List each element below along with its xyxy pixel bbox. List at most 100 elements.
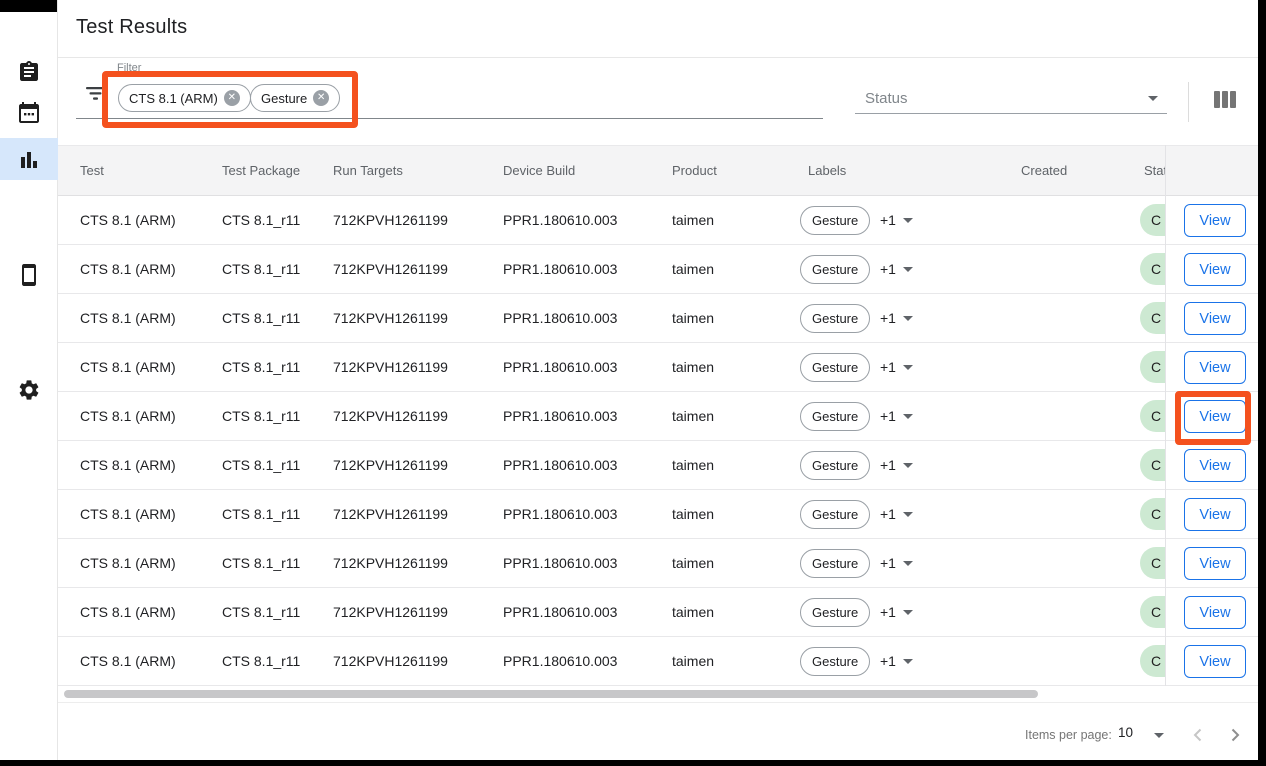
arrow-drop-down-icon[interactable] xyxy=(903,659,913,664)
filter-toolbar: Filter CTS 8.1 (ARM) Gesture Status xyxy=(58,58,1258,145)
labels-more-count[interactable]: +1 xyxy=(880,637,896,685)
arrow-drop-down-icon[interactable] xyxy=(903,316,913,321)
arrow-drop-down-icon[interactable] xyxy=(903,512,913,517)
row-action-cell: View xyxy=(1165,441,1258,489)
cancel-icon[interactable] xyxy=(224,90,240,106)
sidebar-item-plans[interactable] xyxy=(17,101,41,125)
view-button[interactable]: View xyxy=(1184,253,1246,286)
cell-device-build: PPR1.180610.003 xyxy=(503,196,617,244)
label-chip[interactable]: Gesture xyxy=(800,647,870,676)
row-action-cell: View xyxy=(1165,343,1258,391)
labels-more-count[interactable]: +1 xyxy=(880,539,896,587)
horizontal-scrollbar-thumb[interactable] xyxy=(64,690,1038,698)
view-button[interactable]: View xyxy=(1184,449,1246,482)
labels-more-count[interactable]: +1 xyxy=(880,588,896,636)
label-chip[interactable]: Gesture xyxy=(800,598,870,627)
label-chip[interactable]: Gesture xyxy=(800,353,870,382)
cell-test-package: CTS 8.1_r11 xyxy=(222,588,300,636)
column-header-status: Status xyxy=(1144,146,1165,195)
chevron-left-icon xyxy=(1188,733,1208,748)
sidebar-item-test-results[interactable] xyxy=(17,148,41,172)
cell-device-build: PPR1.180610.003 xyxy=(503,637,617,685)
sidebar-item-tests[interactable] xyxy=(17,60,41,84)
filter-chip[interactable]: Gesture xyxy=(250,84,340,112)
bar-chart-icon xyxy=(17,148,41,172)
arrow-drop-down-icon[interactable] xyxy=(903,463,913,468)
label-chip[interactable]: Gesture xyxy=(800,451,870,480)
cell-test-package: CTS 8.1_r11 xyxy=(222,637,300,685)
label-chip[interactable]: Gesture xyxy=(800,255,870,284)
view-button[interactable]: View xyxy=(1184,400,1246,433)
sidebar-item-settings[interactable] xyxy=(17,378,41,402)
labels-more-count[interactable]: +1 xyxy=(880,490,896,538)
row-action-cell: View xyxy=(1165,294,1258,342)
label-chip[interactable]: Gesture xyxy=(800,549,870,578)
view-button[interactable]: View xyxy=(1184,645,1246,678)
labels-more-count[interactable]: +1 xyxy=(880,245,896,293)
status-filter-select[interactable]: Status xyxy=(855,78,1167,114)
status-chip: C xyxy=(1140,253,1165,285)
cell-test-package: CTS 8.1_r11 xyxy=(222,490,300,538)
cell-product: taimen xyxy=(672,245,714,293)
row-action-cell: View xyxy=(1165,245,1258,293)
row-action-cell: View xyxy=(1165,196,1258,244)
arrow-drop-down-icon[interactable] xyxy=(903,561,913,566)
cancel-icon[interactable] xyxy=(313,90,329,106)
filter-list-icon xyxy=(86,87,105,105)
table-row-scroll-area: CTS 8.1 (ARM) CTS 8.1_r11 712KPVH1261199… xyxy=(58,196,1165,244)
label-chip[interactable]: Gesture xyxy=(800,206,870,235)
view-button[interactable]: View xyxy=(1184,351,1246,384)
sticky-column-divider xyxy=(1165,145,1166,686)
filter-chip[interactable]: CTS 8.1 (ARM) xyxy=(118,84,251,112)
sidebar xyxy=(0,0,58,760)
label-chip[interactable]: Gesture xyxy=(800,500,870,529)
cell-product: taimen xyxy=(672,490,714,538)
cell-run-targets: 712KPVH1261199 xyxy=(333,392,448,440)
cell-test-package: CTS 8.1_r11 xyxy=(222,392,300,440)
cell-test: CTS 8.1 (ARM) xyxy=(80,196,176,244)
labels-more-count[interactable]: +1 xyxy=(880,441,896,489)
screen-edge-artifact xyxy=(0,0,57,12)
filter-chip-label: CTS 8.1 (ARM) xyxy=(129,91,218,106)
labels-more-count[interactable]: +1 xyxy=(880,196,896,244)
column-header-test: Test xyxy=(80,146,104,195)
arrow-drop-down-icon[interactable] xyxy=(903,365,913,370)
labels-more-count[interactable]: +1 xyxy=(880,392,896,440)
view-button[interactable]: View xyxy=(1184,547,1246,580)
column-header-product: Product xyxy=(672,146,717,195)
column-settings-button[interactable] xyxy=(1213,91,1237,109)
filter-field-underline xyxy=(76,118,823,119)
labels-more-count[interactable]: +1 xyxy=(880,294,896,342)
status-filter-placeholder: Status xyxy=(865,90,908,107)
items-per-page-select[interactable]: 10 xyxy=(1116,721,1172,753)
view-button[interactable]: View xyxy=(1184,596,1246,629)
next-page-button[interactable] xyxy=(1225,725,1245,745)
cell-product: taimen xyxy=(672,196,714,244)
cell-test: CTS 8.1 (ARM) xyxy=(80,441,176,489)
cell-product: taimen xyxy=(672,294,714,342)
labels-more-count[interactable]: +1 xyxy=(880,343,896,391)
cell-test-package: CTS 8.1_r11 xyxy=(222,539,300,587)
table-row: CTS 8.1 (ARM) CTS 8.1_r11 712KPVH1261199… xyxy=(58,392,1258,441)
view-button[interactable]: View xyxy=(1184,302,1246,335)
status-chip: C xyxy=(1140,547,1165,579)
arrow-drop-down-icon xyxy=(1154,733,1164,738)
cell-product: taimen xyxy=(672,343,714,391)
cell-test-package: CTS 8.1_r11 xyxy=(222,245,300,293)
cell-device-build: PPR1.180610.003 xyxy=(503,588,617,636)
table-row: CTS 8.1 (ARM) CTS 8.1_r11 712KPVH1261199… xyxy=(58,441,1258,490)
table-row: CTS 8.1 (ARM) CTS 8.1_r11 712KPVH1261199… xyxy=(58,343,1258,392)
cell-device-build: PPR1.180610.003 xyxy=(503,539,617,587)
table-row: CTS 8.1 (ARM) CTS 8.1_r11 712KPVH1261199… xyxy=(58,490,1258,539)
cell-test-package: CTS 8.1_r11 xyxy=(222,294,300,342)
view-button[interactable]: View xyxy=(1184,204,1246,237)
previous-page-button[interactable] xyxy=(1188,725,1208,745)
arrow-drop-down-icon[interactable] xyxy=(903,218,913,223)
label-chip[interactable]: Gesture xyxy=(800,304,870,333)
arrow-drop-down-icon[interactable] xyxy=(903,610,913,615)
sidebar-item-devices[interactable] xyxy=(17,263,41,287)
view-button[interactable]: View xyxy=(1184,498,1246,531)
arrow-drop-down-icon[interactable] xyxy=(903,267,913,272)
arrow-drop-down-icon[interactable] xyxy=(903,414,913,419)
label-chip[interactable]: Gesture xyxy=(800,402,870,431)
